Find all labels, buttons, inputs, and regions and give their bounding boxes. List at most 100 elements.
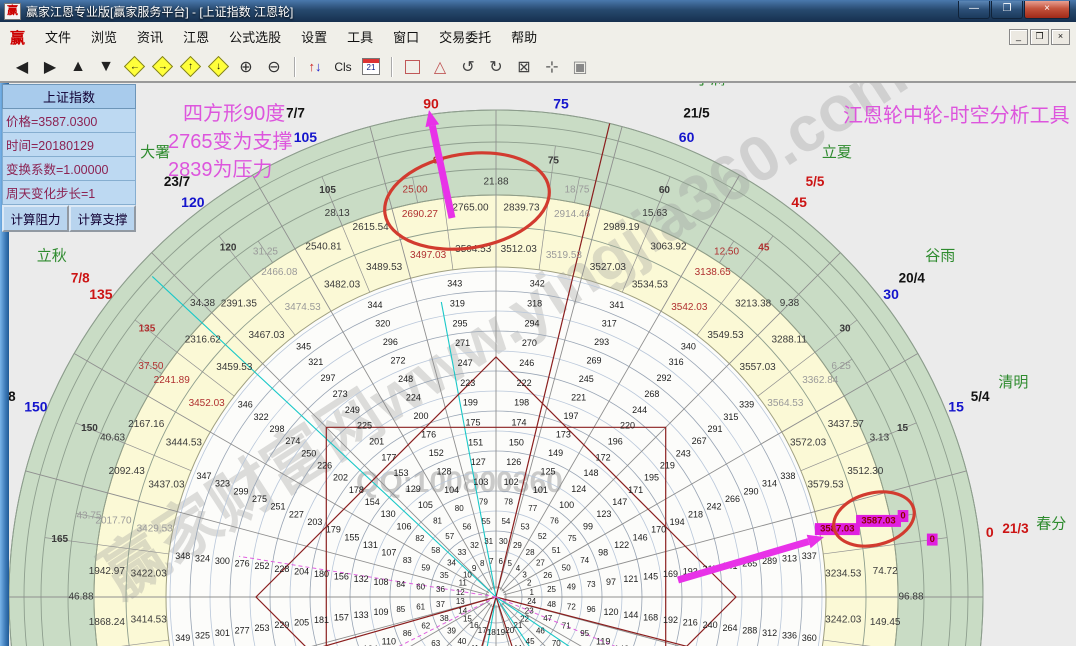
degree-label-90: 90 <box>423 95 439 111</box>
rotate-ccw-icon[interactable]: ↺ <box>455 55 481 79</box>
svg-text:50: 50 <box>562 563 571 572</box>
down-icon[interactable]: ▼ <box>93 55 119 79</box>
svg-text:31: 31 <box>484 537 493 546</box>
svg-text:52: 52 <box>538 532 547 541</box>
menu-item-5[interactable]: 设置 <box>291 26 337 49</box>
mdi-close[interactable]: × <box>1051 29 1070 45</box>
cls-icon[interactable]: Cls <box>330 55 356 79</box>
svg-text:250: 250 <box>301 448 316 458</box>
solar-term-label-30: 谷雨 <box>925 248 955 265</box>
svg-text:35: 35 <box>440 571 449 580</box>
menu-item-9[interactable]: 帮助 <box>501 26 547 49</box>
menu-item-6[interactable]: 工具 <box>337 26 383 49</box>
svg-text:246: 246 <box>519 358 534 368</box>
svg-text:291: 291 <box>707 424 722 434</box>
minimize-button[interactable]: — <box>958 1 990 19</box>
svg-text:43.75: 43.75 <box>76 511 101 522</box>
svg-text:202: 202 <box>333 473 348 483</box>
calc-resistance-button[interactable]: 计算阻力 <box>2 205 69 232</box>
mdi-restore[interactable]: ❐ <box>1030 29 1049 45</box>
svg-text:8: 8 <box>480 559 485 568</box>
zoom-in-icon[interactable]: ⊕ <box>233 55 259 79</box>
back-icon[interactable]: ◀ <box>9 55 35 79</box>
svg-text:9.38: 9.38 <box>780 298 800 309</box>
svg-text:253: 253 <box>255 623 270 633</box>
svg-text:3497.03: 3497.03 <box>410 250 447 261</box>
square-tool-icon[interactable] <box>399 55 425 79</box>
svg-text:229: 229 <box>274 620 289 630</box>
svg-text:95: 95 <box>580 629 589 638</box>
gann-wheel-chart[interactable]: 赢家财富网www.yingjia360.comQQ:10080036012345… <box>0 0 1076 646</box>
menu-item-7[interactable]: 窗口 <box>383 26 429 49</box>
calc-support-button[interactable]: 计算支撑 <box>69 205 136 232</box>
menu-item-0[interactable]: 文件 <box>35 26 81 49</box>
svg-text:2: 2 <box>527 579 532 588</box>
svg-text:2989.19: 2989.19 <box>603 222 640 233</box>
menu-item-3[interactable]: 江恩 <box>173 26 219 49</box>
svg-text:1868.24: 1868.24 <box>89 617 126 628</box>
svg-text:338: 338 <box>780 471 795 481</box>
menu-item-8[interactable]: 交易委托 <box>429 26 501 49</box>
diamond-left-icon[interactable]: ← <box>121 55 147 79</box>
svg-text:219: 219 <box>660 461 675 471</box>
svg-text:154: 154 <box>365 497 380 507</box>
svg-text:96.88: 96.88 <box>898 592 923 603</box>
diamond-down-icon[interactable]: ↓ <box>205 55 231 79</box>
svg-text:75: 75 <box>548 155 560 166</box>
diamond-right-icon[interactable]: → <box>149 55 175 79</box>
svg-text:197: 197 <box>563 411 578 421</box>
calendar-icon[interactable]: 21 <box>358 55 384 79</box>
svg-text:71: 71 <box>562 622 571 631</box>
rotate-cw-icon[interactable]: ↻ <box>483 55 509 79</box>
menu-item-2[interactable]: 资讯 <box>127 26 173 49</box>
svg-text:12: 12 <box>456 588 465 597</box>
svg-text:110: 110 <box>382 636 396 646</box>
diamond-up-icon[interactable]: ↑ <box>177 55 203 79</box>
svg-text:3549.53: 3549.53 <box>707 330 744 341</box>
degree-label-30: 30 <box>883 286 899 302</box>
screen-icon[interactable]: ▣ <box>567 55 593 79</box>
svg-text:314: 314 <box>762 479 777 489</box>
mdi-minimize[interactable]: _ <box>1009 29 1028 45</box>
svg-text:243: 243 <box>676 448 691 458</box>
svg-text:228: 228 <box>274 564 289 574</box>
svg-text:322: 322 <box>254 412 269 422</box>
solar-term-label-135: 立秋 <box>37 248 67 265</box>
up-icon[interactable]: ▲ <box>65 55 91 79</box>
triangle-tool-icon[interactable]: △ <box>427 55 453 79</box>
svg-text:157: 157 <box>334 612 349 622</box>
menu-item-4[interactable]: 公式选股 <box>219 26 291 49</box>
annotation-note-2: 2839为压力 <box>168 158 273 181</box>
svg-text:325: 325 <box>195 631 210 641</box>
zoom-out-icon[interactable]: ⊖ <box>261 55 287 79</box>
degree-label-135: 135 <box>89 286 113 302</box>
close-button[interactable]: × <box>1024 1 1070 19</box>
svg-text:221: 221 <box>571 392 586 402</box>
forward-icon[interactable]: ▶ <box>37 55 63 79</box>
svg-text:119: 119 <box>596 636 610 646</box>
svg-text:344: 344 <box>368 300 383 310</box>
svg-text:26: 26 <box>543 571 552 580</box>
svg-text:80: 80 <box>455 504 464 513</box>
svg-text:39: 39 <box>447 627 456 636</box>
clear-box-icon[interactable]: ⊠ <box>511 55 537 79</box>
svg-text:3288.11: 3288.11 <box>772 334 808 345</box>
svg-text:75: 75 <box>568 534 577 543</box>
svg-text:108: 108 <box>373 577 388 587</box>
svg-text:294: 294 <box>525 318 540 328</box>
maximize-button[interactable]: ❐ <box>991 1 1023 19</box>
svg-text:318: 318 <box>527 299 542 309</box>
svg-text:150: 150 <box>81 423 98 434</box>
svg-text:63: 63 <box>431 639 440 646</box>
panel-field-3: 周天变化步长=1 <box>2 181 136 205</box>
svg-text:264: 264 <box>722 623 737 633</box>
svg-text:277: 277 <box>235 625 250 635</box>
svg-text:244: 244 <box>632 405 647 415</box>
svg-text:271: 271 <box>455 338 470 348</box>
time-updown-icon[interactable]: ↑↓ <box>302 55 328 79</box>
svg-text:151: 151 <box>468 437 483 447</box>
svg-text:299: 299 <box>233 486 248 496</box>
fit-icon[interactable]: ⊹ <box>539 55 565 79</box>
svg-text:267: 267 <box>692 436 707 446</box>
menu-item-1[interactable]: 浏览 <box>81 26 127 49</box>
